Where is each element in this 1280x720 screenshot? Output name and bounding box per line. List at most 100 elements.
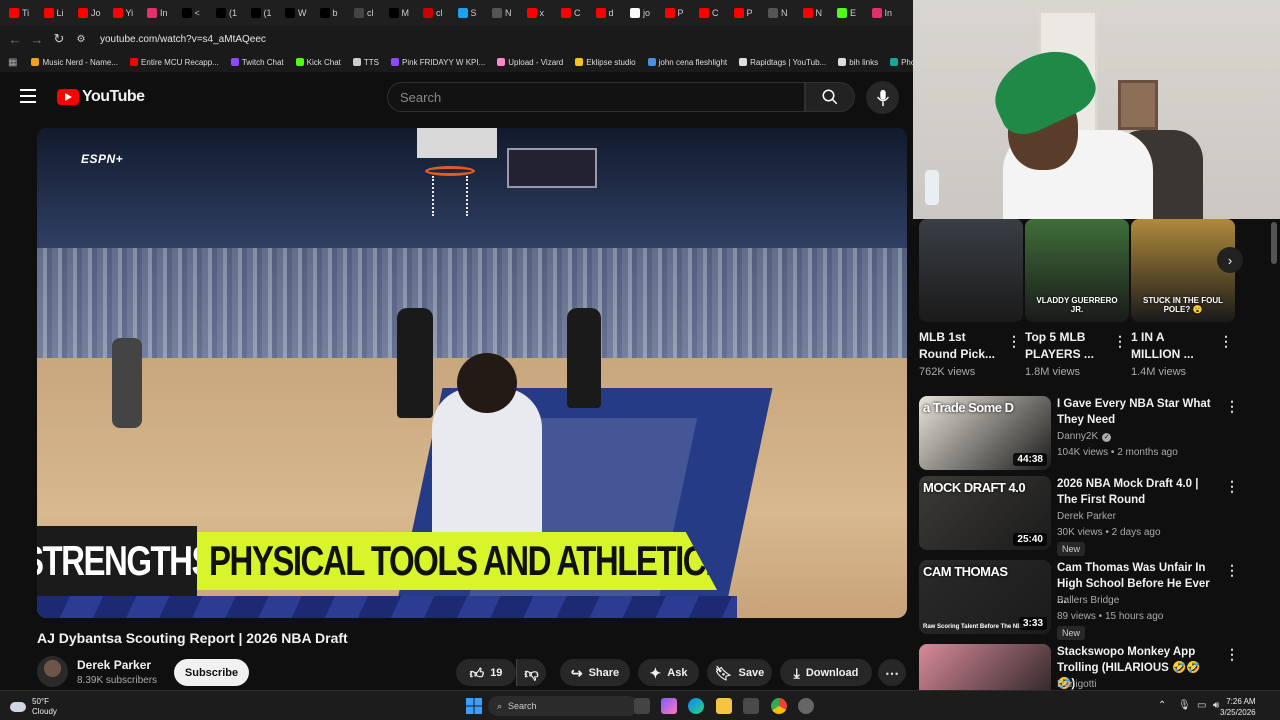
short-title[interactable]: Top 5 MLB PLAYERS ...: [1025, 329, 1105, 363]
recommended-video-title[interactable]: I Gave Every NBA Star What They Need: [1057, 396, 1217, 428]
browser-tab[interactable]: N: [800, 3, 835, 23]
edge-icon[interactable]: [688, 698, 704, 714]
video-thumbnail[interactable]: MOCK DRAFT 4.0 25:40: [919, 476, 1051, 550]
bookmark-item[interactable]: TTS: [352, 58, 379, 67]
tray-chevron-icon[interactable]: ⌃: [1158, 700, 1166, 711]
bookmark-label: Kick Chat: [306, 57, 341, 67]
video-thumbnail[interactable]: a Trade Some D 44:38: [919, 396, 1051, 470]
bookmark-item[interactable]: Music Nerd - Name...: [31, 58, 118, 67]
file-explorer-icon[interactable]: [716, 698, 732, 714]
download-button[interactable]: ⤓ Download: [780, 659, 872, 686]
menu-icon[interactable]: [20, 89, 36, 103]
bookmark-item[interactable]: Kick Chat: [295, 57, 341, 67]
browser-tab[interactable]: b: [317, 3, 352, 23]
browser-tab[interactable]: E: [834, 3, 869, 23]
recommended-channel[interactable]: Derek Parker: [1057, 511, 1116, 522]
bookmark-item[interactable]: bih links: [838, 58, 878, 67]
weather-widget[interactable]: 50°F Cloudy: [10, 697, 57, 717]
browser-tab[interactable]: (1: [248, 3, 283, 23]
browser-tab[interactable]: d: [593, 3, 628, 23]
short-title[interactable]: 1 IN A MILLION ...: [1131, 329, 1211, 363]
bookmark-item[interactable]: john cena fleshlight: [647, 58, 727, 67]
sidebar-scrollbar[interactable]: [1271, 222, 1277, 264]
forward-icon[interactable]: →: [26, 32, 48, 47]
browser-tab[interactable]: P: [731, 3, 766, 23]
browser-tab[interactable]: cl: [420, 3, 455, 23]
short-thumbnail[interactable]: [919, 219, 1023, 322]
browser-tab[interactable]: Li: [41, 3, 76, 23]
save-button[interactable]: 🔖︎ Save: [707, 659, 772, 686]
ask-button[interactable]: ✦ Ask: [638, 659, 699, 686]
url-field[interactable]: youtube.com/watch?v=s4_aMtAQeec: [100, 34, 266, 45]
more-actions-button[interactable]: ⋯: [878, 659, 906, 686]
browser-tab[interactable]: jo: [627, 3, 662, 23]
share-button[interactable]: ↪ Share: [560, 659, 630, 686]
site-info-icon[interactable]: ⚙: [70, 34, 92, 45]
task-view-icon[interactable]: [634, 698, 650, 714]
browser-tab[interactable]: N: [765, 3, 800, 23]
microphone-tray-icon[interactable]: 🎙︎: [1178, 700, 1191, 711]
short-title[interactable]: MLB 1st Round Pick...: [919, 329, 999, 363]
more-vertical-icon[interactable]: ⋮: [1219, 333, 1233, 350]
bookmark-item[interactable]: Pink FRIDAYY W KPI...: [390, 58, 485, 67]
browser-tab[interactable]: In: [144, 3, 179, 23]
more-vertical-icon[interactable]: ⋮: [1225, 646, 1239, 663]
browser-tab[interactable]: W: [282, 3, 317, 23]
short-thumbnail[interactable]: VLADDY GUERRERO JR.: [1025, 219, 1129, 322]
more-vertical-icon[interactable]: ⋮: [1225, 562, 1239, 579]
search-button[interactable]: [805, 82, 855, 112]
browser-tab[interactable]: N: [489, 3, 524, 23]
browser-tab[interactable]: M: [386, 3, 421, 23]
more-vertical-icon[interactable]: ⋮: [1225, 398, 1239, 415]
back-icon[interactable]: ←: [4, 32, 26, 47]
bookmark-item[interactable]: Rapidtags | YouTub...: [739, 58, 826, 67]
reload-icon[interactable]: ↻: [48, 31, 70, 47]
recommended-channel[interactable]: Ballers Bridge: [1057, 595, 1119, 606]
apps-icon[interactable]: ▦: [8, 57, 17, 68]
browser-tab[interactable]: <: [179, 3, 214, 23]
browser-tab[interactable]: Jo: [75, 3, 110, 23]
browser-tab[interactable]: (1: [213, 3, 248, 23]
windows-start-icon[interactable]: [466, 698, 482, 714]
youtube-logo[interactable]: YouTube: [57, 88, 145, 106]
recommended-channel[interactable]: Danigotti: [1057, 679, 1096, 690]
bookmark-item[interactable]: Entire MCU Recapp...: [130, 58, 219, 67]
obs-icon[interactable]: [798, 698, 814, 714]
system-clock[interactable]: 7:26 AM 3/25/2026: [1220, 696, 1256, 718]
taskbar-search[interactable]: ⌕ Search: [488, 696, 638, 716]
channel-name[interactable]: Derek Parker: [77, 658, 151, 672]
bookmark-item[interactable]: Photopea: [890, 58, 913, 67]
recommended-video-title[interactable]: 2026 NBA Mock Draft 4.0 | The First Roun…: [1057, 476, 1217, 508]
browser-tab[interactable]: cl: [351, 3, 386, 23]
channel-avatar[interactable]: [37, 656, 68, 687]
copilot-icon[interactable]: [661, 698, 677, 714]
browser-tab[interactable]: Yi: [110, 3, 145, 23]
dislike-button[interactable]: 👎︎: [516, 659, 546, 686]
browser-tab[interactable]: In: [869, 3, 904, 23]
subscribe-button[interactable]: Subscribe: [174, 659, 249, 686]
browser-tab[interactable]: P: [662, 3, 697, 23]
recommended-channel[interactable]: Danny2K ✓: [1057, 431, 1112, 442]
like-button[interactable]: 👍︎ 19: [456, 659, 516, 686]
network-icon[interactable]: ▭: [1197, 700, 1206, 711]
store-icon[interactable]: [743, 698, 759, 714]
browser-tab[interactable]: S: [455, 3, 490, 23]
browser-tab[interactable]: C: [558, 3, 593, 23]
voice-search-button[interactable]: [866, 81, 899, 114]
volume-icon[interactable]: 🔊︎: [1213, 700, 1219, 711]
bookmark-item[interactable]: Upload - Vizard: [497, 58, 563, 67]
more-vertical-icon[interactable]: ⋮: [1007, 333, 1021, 350]
short-thumbnail[interactable]: STUCK IN THE FOUL POLE? 😮: [1131, 219, 1235, 322]
chrome-icon[interactable]: [771, 698, 787, 714]
more-vertical-icon[interactable]: ⋮: [1225, 478, 1239, 495]
browser-tab[interactable]: x: [524, 3, 559, 23]
browser-tab[interactable]: Ti: [6, 3, 41, 23]
bookmark-item[interactable]: Twitch Chat: [230, 58, 284, 67]
video-thumbnail[interactable]: CAM THOMAS Raw Scoring Talent Before The …: [919, 560, 1051, 634]
search-input[interactable]: [400, 89, 804, 105]
browser-tab[interactable]: C: [696, 3, 731, 23]
more-vertical-icon[interactable]: ⋮: [1113, 333, 1127, 350]
bookmark-item[interactable]: Eklipse studio: [575, 58, 636, 67]
chevron-right-icon[interactable]: ›: [1217, 247, 1243, 273]
video-player[interactable]: ESPN+ STRENGTHS PHYSICAL TOOLS AND ATHLE…: [37, 128, 907, 618]
